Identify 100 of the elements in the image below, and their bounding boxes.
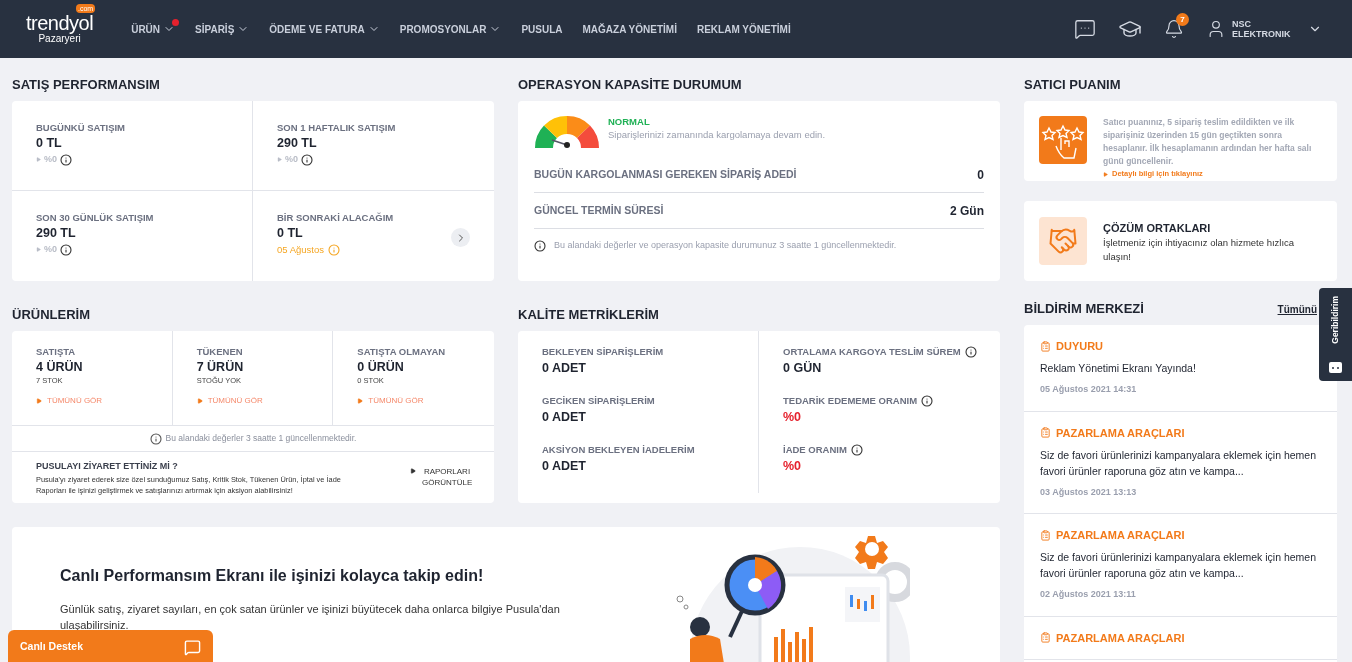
- section-title: OPERASYON KAPASİTE DURUMUM: [518, 77, 743, 93]
- capacity-row-value: 0: [977, 166, 984, 184]
- trend-percent: %0: [44, 243, 57, 256]
- metric-value: 0 TL: [277, 225, 304, 242]
- quality-metric-label: ORTALAMA KARGOYA TESLİM SÜREM: [783, 346, 961, 358]
- capacity-row-label: GÜNCEL TERMİN SÜRESİ: [534, 202, 664, 218]
- notification-date: 05 Ağustos 2021 14:31: [1040, 383, 1138, 396]
- info-icon[interactable]: [850, 444, 863, 456]
- update-note: Bu alandaki değerler 3 saatte 1 güncellenmektedir.: [165, 432, 357, 445]
- trend-triangle-icon: [36, 247, 41, 253]
- feedback-tab[interactable]: Geribildirim: [1319, 288, 1352, 381]
- play-triangle-icon: [36, 398, 42, 404]
- info-icon[interactable]: [534, 239, 546, 252]
- update-note: Bu alandaki değerler ve operasyon kapasite durumunuz 3 saatte 1 güncellenmektedir.: [554, 239, 897, 252]
- nav-menu-item[interactable]: ÜRÜN: [131, 21, 176, 37]
- section-title: ÜRÜNLERİM: [12, 307, 91, 323]
- capacity-row-label: BUGÜN KARGOLANMASI GEREKEN SİPARİŞ ADEDİ: [534, 166, 797, 182]
- info-icon[interactable]: [149, 432, 162, 445]
- notification-category: PAZARLAMA ARAÇLARI: [1056, 528, 1185, 542]
- nav-menu-item[interactable]: REKLAM YÖNETİMİ: [696, 21, 791, 37]
- quality-metric-value: 0 GÜN: [783, 360, 823, 377]
- quality-metric-value: %0: [783, 458, 803, 475]
- quality-metric-label: BEKLEYEN SİPARİŞLERİM: [542, 346, 664, 358]
- metric-value: 290 TL: [277, 135, 318, 152]
- capacity-gauge-drawing: [534, 115, 600, 149]
- banner-title: Canlı Performansım Ekranı ile işinizi kolayca takip edin!: [60, 566, 485, 586]
- section-title: SATICI PUANIM: [1024, 77, 1122, 93]
- notification-count-badge: 7: [1176, 13, 1189, 26]
- seller-score-text: Satıcı puanınız, 5 sipariş teslim edildikten ve ilk siparişiniz üzerinden 15 gün geçtikten sonra hesaplanır. İlk hesaplamanın ardından her hafta salı günü güncellenir.: [1103, 116, 1313, 168]
- notification-text[interactable]: Reklam Yönetimi Ekranı Yayında!: [1040, 360, 1320, 376]
- product-stat-label: SATIŞTA: [36, 346, 77, 358]
- capacity-row-value: 2 Gün: [950, 202, 984, 220]
- play-triangle-icon: [357, 398, 364, 404]
- info-icon[interactable]: [60, 153, 72, 166]
- notification-text[interactable]: Siz de favori ürünlerinizi kampanyalara eklemek için hemen favori ürünler raporuna göz atın ve kampa...: [1040, 446, 1320, 479]
- product-stat-value: 4 ÜRÜN: [36, 359, 84, 376]
- quality-metric-value: %0: [783, 409, 803, 426]
- chat-icon: [184, 638, 201, 656]
- section-title: KALİTE METRİKLERİM: [518, 307, 660, 323]
- trend-triangle-icon: [36, 157, 41, 163]
- info-icon[interactable]: [60, 243, 72, 256]
- trend-triangle-icon: [277, 157, 282, 163]
- quality-metric-label: GECİKEN SİPARİŞLERİM: [542, 395, 655, 407]
- clipboard-icon: [1040, 340, 1051, 352]
- user-menu-button[interactable]: NSC ELEKTRONIK: [1206, 19, 1322, 39]
- product-stat-label: SATIŞTA OLMAYAN: [357, 346, 447, 358]
- notification-category: PAZARLAMA ARAÇLARI: [1056, 425, 1185, 440]
- see-all-link[interactable]: Tümünü: [1277, 301, 1317, 317]
- clipboard-icon: [1040, 529, 1051, 541]
- trend-percent: %0: [285, 153, 298, 166]
- smiley-icon: [1329, 362, 1342, 373]
- nav-menu-item[interactable]: PROMOSYONLAR: [399, 21, 502, 37]
- info-icon[interactable]: [964, 346, 977, 358]
- quality-metric-label: İADE ORANIM: [783, 444, 847, 456]
- view-reports-button[interactable]: RAPORLARI GÖRÜNTÜLE: [410, 466, 472, 488]
- notification-category: DUYURU: [1056, 339, 1104, 353]
- clipboard-icon: [1040, 427, 1051, 438]
- quality-metric-value: 0 ADET: [542, 458, 587, 475]
- partners-title: ÇÖZÜM ORTAKLARI: [1103, 221, 1212, 236]
- notification-category: PAZARLAMA ARAÇLARI: [1056, 630, 1185, 645]
- section-title: BİLDİRİM MERKEZİ: [1024, 301, 1144, 317]
- metric-label: SON 30 GÜNLÜK SATIŞIM: [36, 212, 154, 224]
- metric-value: 0 TL: [36, 135, 63, 152]
- quality-metric-label: TEDARİK EDEMEME ORANIM: [783, 395, 918, 407]
- trend-percent: %0: [44, 153, 57, 166]
- notification-bell-icon[interactable]: [1164, 19, 1184, 39]
- notification-text[interactable]: Siz de favori ürünlerinizi kampanyalara eklemek için hemen favori ürünler raporuna göz atın ve kampa...: [1040, 549, 1320, 581]
- clipboard-icon: [1040, 632, 1051, 643]
- star-rating-hand-icon: [1039, 116, 1087, 164]
- product-stat-value: 0 ÜRÜN: [357, 359, 405, 376]
- payment-date: 05 Ağustos: [277, 243, 324, 257]
- info-icon[interactable]: [301, 153, 313, 166]
- chat-icon[interactable]: [1074, 18, 1096, 40]
- handshake-icon: [1039, 217, 1087, 265]
- quality-metric-value: 0 ADET: [542, 360, 587, 377]
- nav-menu-item[interactable]: SİPARİŞ: [195, 21, 250, 37]
- quality-metric-label: AKSİYON BEKLEYEN İADELERİM: [542, 444, 695, 456]
- info-icon[interactable]: [921, 395, 934, 407]
- nav-menu-item[interactable]: MAĞAZA YÖNETİMİ: [582, 21, 677, 37]
- promo-title: PUSULAYI ZİYARET ETTİNİZ Mİ ?: [36, 460, 179, 472]
- notification-date: 03 Ağustos 2021 13:13: [1040, 485, 1138, 499]
- partners-text: İşletmeniz için ihtiyacınız olan hizmete hızlıca ulaşın!: [1103, 236, 1296, 264]
- metric-value: 290 TL: [36, 225, 77, 242]
- metric-label: SON 1 HAFTALIK SATIŞIM: [277, 122, 396, 134]
- metric-label: BİR SONRAKİ ALACAĞIM: [277, 212, 394, 224]
- section-title: SATIŞ PERFORMANSIM: [12, 77, 161, 93]
- play-triangle-icon: [1103, 171, 1108, 177]
- quality-metric-value: 0 ADET: [542, 409, 587, 426]
- next-arrow-button[interactable]: [451, 228, 470, 247]
- nav-menu-item[interactable]: PUSULA: [521, 21, 563, 37]
- play-triangle-icon: [196, 398, 203, 404]
- product-stat-value: 7 ÜRÜN: [196, 359, 245, 376]
- banner-text: Günlük satış, ziyaret sayıları, en çok satan ürünler ve işinizi büyütecek daha onlarca bilgiye Pusula'dan ulaşabilirsiniz.: [60, 602, 561, 633]
- nav-menu-item[interactable]: ÖDEME VE FATURA: [269, 21, 380, 37]
- play-triangle-icon: [410, 468, 416, 474]
- notification-date: 02 Ağustos 2021 13:11: [1040, 588, 1137, 601]
- product-stat-label: TÜKENEN: [196, 346, 244, 358]
- capacity-message: Siparişlerinizi zamanında kargolamaya devam edin.: [608, 128, 826, 142]
- metric-label: BUGÜNKÜ SATIŞIM: [36, 122, 126, 134]
- capacity-status: NORMAL: [608, 116, 651, 128]
